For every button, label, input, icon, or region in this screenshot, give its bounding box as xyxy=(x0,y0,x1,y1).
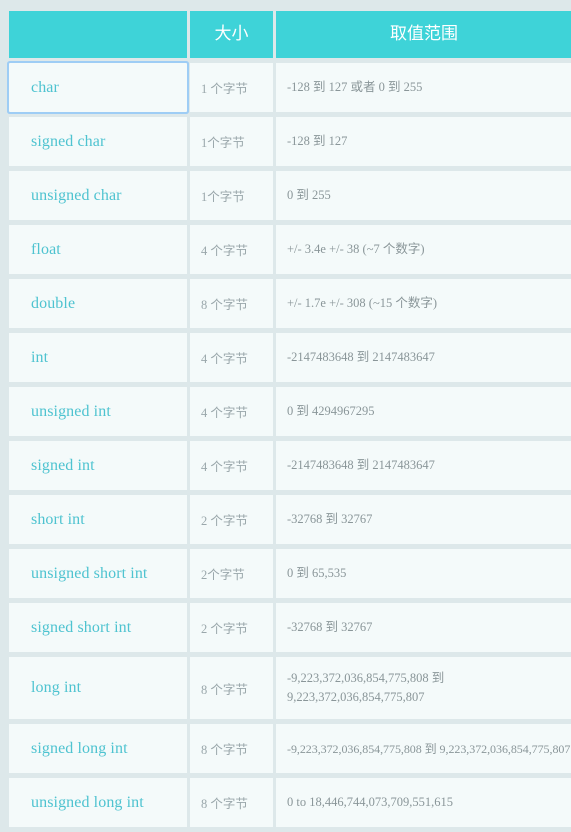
column-header-range: 取值范围 xyxy=(276,11,571,58)
table-row[interactable]: unsigned long int 8 个字节 0 to 18,446,744,07… xyxy=(9,778,571,827)
cell-size[interactable]: 4 个字节 xyxy=(190,441,273,490)
table-header: 大小 取值范围 xyxy=(9,11,571,58)
cell-type[interactable]: unsigned int xyxy=(9,387,187,436)
cell-size[interactable]: 8 个字节 xyxy=(190,279,273,328)
table-body: char 1 个字节 -128 到 127 或者 0 到 255 signed cha… xyxy=(9,63,571,827)
table-row[interactable]: char 1 个字节 -128 到 127 或者 0 到 255 xyxy=(9,63,571,112)
cell-range[interactable]: 0 到 255 xyxy=(276,171,571,220)
table-row[interactable]: double 8 个字节 +/- 1.7e +/- 308 (~15 个数字) xyxy=(9,279,571,328)
header-row: 大小 取值范围 xyxy=(9,11,571,58)
column-header-size: 大小 xyxy=(190,11,273,58)
cell-type[interactable]: signed char xyxy=(9,117,187,166)
cell-size[interactable]: 4 个字节 xyxy=(190,333,273,382)
table-row[interactable]: unsigned short int 2个字节 0 到 65,535 xyxy=(9,549,571,598)
cell-type[interactable]: signed short int xyxy=(9,603,187,652)
cell-range[interactable]: -128 到 127 xyxy=(276,117,571,166)
table-row[interactable]: unsigned int 4 个字节 0 到 4294967295 xyxy=(9,387,571,436)
cell-size[interactable]: 4 个字节 xyxy=(190,225,273,274)
table-row[interactable]: float 4 个字节 +/- 3.4e +/- 38 (~7 个数字) xyxy=(9,225,571,274)
cell-type[interactable]: unsigned short int xyxy=(9,549,187,598)
cell-size[interactable]: 8 个字节 xyxy=(190,724,273,773)
cell-type[interactable]: long int xyxy=(9,657,187,719)
cell-size[interactable]: 1 个字节 xyxy=(190,63,273,112)
cell-range[interactable]: -2147483648 到 2147483647 xyxy=(276,333,571,382)
cell-range[interactable]: 0 to 18,446,744,073,709,551,615 xyxy=(276,778,571,827)
cell-size[interactable]: 1个字节 xyxy=(190,171,273,220)
cell-type[interactable]: short int xyxy=(9,495,187,544)
cell-type[interactable]: char xyxy=(9,63,187,112)
table-row[interactable]: signed short int 2 个字节 -32768 到 32767 xyxy=(9,603,571,652)
cell-type[interactable]: signed int xyxy=(9,441,187,490)
cell-size[interactable]: 2 个字节 xyxy=(190,603,273,652)
cell-range[interactable]: -32768 到 32767 xyxy=(276,495,571,544)
table-row[interactable]: signed int 4 个字节 -2147483648 到 2147483647 xyxy=(9,441,571,490)
cell-range[interactable]: -9,223,372,036,854,775,808 到 9,223,372,0… xyxy=(276,657,571,719)
cell-range[interactable]: -32768 到 32767 xyxy=(276,603,571,652)
cell-type[interactable]: signed long int xyxy=(9,724,187,773)
cell-range[interactable]: +/- 3.4e +/- 38 (~7 个数字) xyxy=(276,225,571,274)
cell-size[interactable]: 2 个字节 xyxy=(190,495,273,544)
column-header-type xyxy=(9,11,187,58)
cell-range[interactable]: 0 到 65,535 xyxy=(276,549,571,598)
table-row[interactable]: signed long int 8 个字节 -9,223,372,036,854,7… xyxy=(9,724,571,773)
table-row[interactable]: signed char 1个字节 -128 到 127 xyxy=(9,117,571,166)
cell-type[interactable]: int xyxy=(9,333,187,382)
table-row[interactable]: unsigned char 1个字节 0 到 255 xyxy=(9,171,571,220)
cell-size[interactable]: 1个字节 xyxy=(190,117,273,166)
cell-size[interactable]: 8 个字节 xyxy=(190,778,273,827)
cell-range[interactable]: -9,223,372,036,854,775,808 到 9,223,372,0… xyxy=(276,724,571,773)
cell-type[interactable]: double xyxy=(9,279,187,328)
data-types-table: 大小 取值范围 char 1 个字节 -128 到 127 或者 0 到 255 si… xyxy=(6,6,571,832)
cell-type[interactable]: unsigned char xyxy=(9,171,187,220)
table-row[interactable]: short int 2 个字节 -32768 到 32767 xyxy=(9,495,571,544)
cell-type[interactable]: float xyxy=(9,225,187,274)
cell-size[interactable]: 4 个字节 xyxy=(190,387,273,436)
table-row[interactable]: long int 8 个字节 -9,223,372,036,854,775,808 … xyxy=(9,657,571,719)
cell-range[interactable]: 0 到 4294967295 xyxy=(276,387,571,436)
cell-size[interactable]: 8 个字节 xyxy=(190,657,273,719)
page-container: 大小 取值范围 char 1 个字节 -128 到 127 或者 0 到 255 si… xyxy=(0,0,571,827)
cell-size[interactable]: 2个字节 xyxy=(190,549,273,598)
cell-range[interactable]: +/- 1.7e +/- 308 (~15 个数字) xyxy=(276,279,571,328)
cell-range[interactable]: -128 到 127 或者 0 到 255 xyxy=(276,63,571,112)
cell-type[interactable]: unsigned long int xyxy=(9,778,187,827)
table-row[interactable]: int 4 个字节 -2147483648 到 2147483647 xyxy=(9,333,571,382)
cell-range[interactable]: -2147483648 到 2147483647 xyxy=(276,441,571,490)
